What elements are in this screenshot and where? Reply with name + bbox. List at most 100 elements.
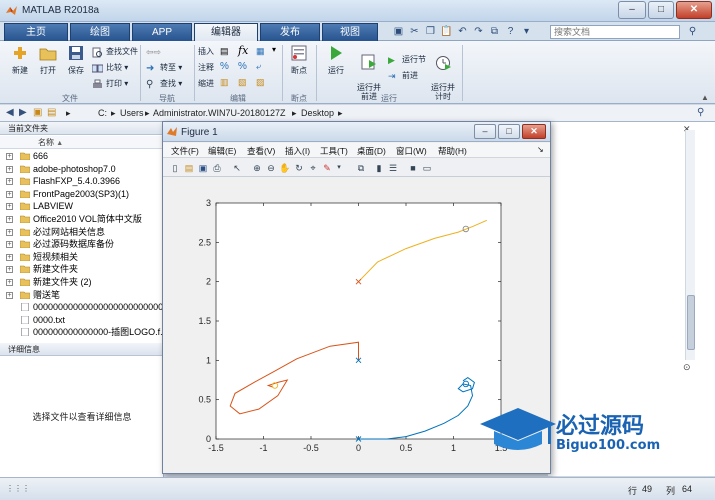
expand-icon[interactable]: + — [6, 216, 13, 223]
collapse-ribbon-icon[interactable]: ▲ — [701, 93, 709, 102]
tab-home[interactable]: 主页 — [4, 23, 68, 41]
tab-editor[interactable]: 编辑器 — [194, 23, 258, 42]
link-plot-icon[interactable]: ⧉ — [355, 162, 367, 174]
zoom-out-icon[interactable]: ⊖ — [265, 162, 277, 174]
print-button[interactable]: 打印 ▾ — [92, 77, 128, 91]
goto-button[interactable]: ➜ 转至 ▾ — [146, 61, 182, 75]
tab-apps[interactable]: APP — [132, 23, 192, 41]
search-icon[interactable]: ⚲ — [686, 25, 699, 38]
breadcrumb-item[interactable]: Desktop — [301, 108, 334, 118]
insert-colorbar-icon[interactable]: ▮ — [373, 162, 385, 174]
save-figure-icon[interactable]: ▣ — [197, 162, 209, 174]
undo-icon[interactable]: ↶ — [456, 25, 469, 38]
run-button[interactable]: 运行 — [322, 44, 350, 76]
paste-icon[interactable]: 📋 — [440, 25, 453, 38]
help-icon[interactable]: ? — [504, 25, 517, 38]
uncomment-icon[interactable]: % — [238, 61, 247, 72]
advance-button[interactable]: ⇥ 前进 — [388, 69, 418, 83]
search-input[interactable]: 搜索文档 — [550, 25, 680, 39]
file-list-item[interactable]: + 新建文件夹 — [0, 263, 164, 276]
expand-icon[interactable]: + — [6, 178, 13, 186]
forward-icon[interactable]: ▶ — [19, 107, 27, 118]
breadcrumb-item[interactable]: Users — [120, 108, 144, 118]
open-file-icon[interactable]: ▤ — [183, 162, 195, 174]
hide-plot-tools-icon[interactable]: ■ — [407, 162, 419, 174]
compare-button[interactable]: 比较 ▾ — [92, 61, 128, 75]
expand-icon[interactable]: + — [6, 165, 13, 173]
file-list-item[interactable]: + 赠送笔 — [0, 289, 164, 302]
pan-icon[interactable]: ✋ — [279, 162, 291, 174]
folder-up-icon[interactable]: ▣ — [33, 107, 42, 118]
brush-icon[interactable]: ✎ — [321, 162, 333, 174]
maximize-button[interactable]: □ — [648, 1, 674, 19]
menu-window[interactable]: 窗口(W) — [396, 145, 427, 157]
save-button[interactable]: 保存 — [62, 44, 90, 76]
file-list-item[interactable]: 00000000000000000000000000... — [0, 301, 164, 314]
expand-icon[interactable]: + — [6, 279, 13, 286]
insert-table-icon[interactable]: ▦ — [256, 46, 265, 57]
menu-view[interactable]: 查看(V) — [247, 145, 275, 157]
file-list-item[interactable]: + adobe-photoshop7.0 — [0, 163, 164, 176]
new-figure-icon[interactable]: ▯ — [169, 162, 181, 174]
file-list-item[interactable]: + 短视频相关 — [0, 251, 164, 264]
expand-icon[interactable]: + — [6, 228, 13, 236]
menu-help[interactable]: 帮助(H) — [438, 145, 467, 157]
menu-file[interactable]: 文件(F) — [171, 145, 199, 157]
vertical-scrollbar[interactable] — [685, 130, 695, 360]
smart-indent-icon[interactable]: ▥ — [220, 77, 229, 88]
search-folder-icon[interactable]: ⚲ — [697, 107, 704, 118]
print-figure-icon[interactable]: ⎙ — [211, 162, 223, 174]
minimize-button[interactable]: – — [618, 1, 646, 19]
file-list-item[interactable]: + Office2010 VOL简体中文版 — [0, 213, 164, 226]
comment-button[interactable]: 注释 — [198, 61, 214, 75]
menu-tools[interactable]: 工具(T) — [320, 145, 348, 157]
expand-icon[interactable]: + — [6, 190, 13, 198]
tab-plots[interactable]: 绘图 — [70, 23, 130, 41]
file-list-item[interactable]: + LABVIEW — [0, 200, 164, 213]
close-button[interactable]: ✕ — [676, 1, 712, 19]
expand-icon[interactable]: + — [6, 266, 13, 274]
figure-maximize-button[interactable]: □ — [498, 124, 520, 139]
insert-legend-icon[interactable]: ☰ — [387, 162, 399, 174]
breakpoints-button[interactable]: 断点 — [287, 44, 311, 76]
indent-button[interactable]: 缩进 — [198, 77, 214, 91]
file-list-item[interactable]: +666 — [0, 150, 164, 163]
column-header-name[interactable]: 名称 ▲ — [0, 136, 163, 149]
tab-view[interactable]: 视图 — [322, 23, 378, 41]
expand-icon[interactable]: + — [6, 291, 13, 299]
file-list-item[interactable]: 000000000000000-插图LOGO.f... — [0, 326, 164, 339]
expand-icon[interactable]: + — [6, 203, 13, 211]
zoom-in-icon[interactable]: ⊕ — [251, 162, 263, 174]
file-list-item[interactable]: + 必过源码数据库备份 — [0, 238, 164, 251]
tab-publish[interactable]: 发布 — [260, 23, 320, 41]
switch-windows-icon[interactable]: ⧉ — [488, 25, 501, 38]
file-list-item[interactable]: + 必过网站相关信息 — [0, 226, 164, 239]
find-files-button[interactable]: 查找文件 — [92, 45, 138, 59]
menu-insert[interactable]: 插入(I) — [285, 145, 310, 157]
figure-minimize-button[interactable]: – — [474, 124, 496, 139]
data-cursor-icon[interactable]: ⌖ — [307, 162, 319, 174]
insert-section-icon[interactable]: ▤ — [220, 46, 229, 57]
save-quick-icon[interactable]: ▣ — [392, 25, 405, 38]
show-plot-tools-icon[interactable]: ▭ — [421, 162, 433, 174]
browse-folder-icon[interactable]: ▤ — [47, 107, 56, 118]
breadcrumb-item[interactable]: Administrator.WIN7U-20180127Z — [153, 108, 286, 118]
run-section-button[interactable]: ▶ 运行节 — [388, 53, 426, 67]
back-icon[interactable]: ◀ — [6, 107, 14, 118]
back-forward-button[interactable]: ⇦⇨ — [146, 45, 161, 59]
menu-dock-icon[interactable]: ↘ — [537, 145, 544, 154]
menu-desktop[interactable]: 桌面(D) — [357, 145, 386, 157]
indent-icon[interactable]: ▧ — [238, 77, 247, 88]
file-list-item[interactable]: + FrontPage2003(SP3)(1) — [0, 188, 164, 201]
panel-menu-icon[interactable]: ⊙ — [683, 362, 691, 373]
file-list-item[interactable]: + 新建文件夹 (2) — [0, 276, 164, 289]
outdent-icon[interactable]: ▨ — [256, 77, 265, 88]
breadcrumb-item[interactable]: C: — [98, 108, 107, 118]
expand-icon[interactable]: + — [6, 241, 13, 249]
file-list-item[interactable]: 0000.txt — [0, 314, 164, 327]
dropdown-icon[interactable]: ▾ — [520, 25, 533, 38]
insert-dropdown-icon[interactable]: ▾ — [272, 45, 276, 54]
figure-close-button[interactable]: ✕ — [522, 124, 546, 139]
scrollbar-thumb[interactable] — [687, 295, 695, 350]
insert-button[interactable]: 插入 — [198, 45, 214, 59]
